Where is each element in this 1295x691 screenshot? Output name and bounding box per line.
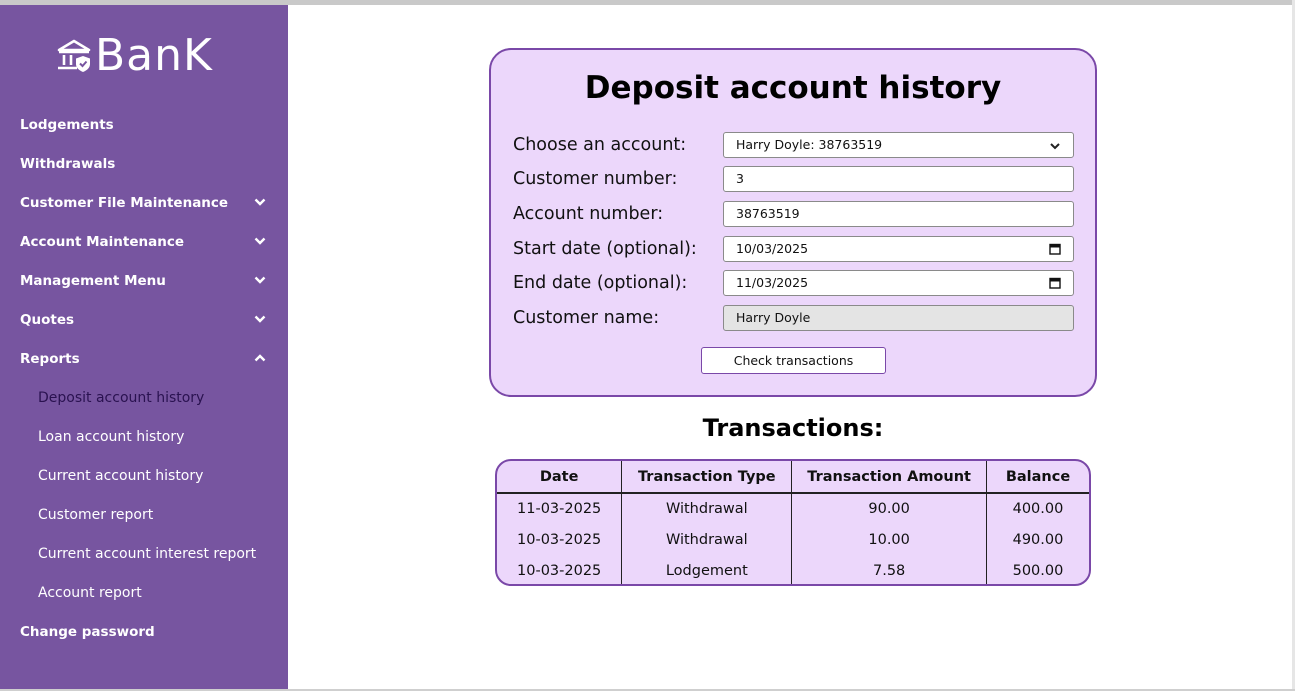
cell-balance: 400.00 xyxy=(1012,501,1064,517)
cell-type: Lodgement xyxy=(621,555,793,584)
end-date-row: End date (optional): 11/03/2025 xyxy=(513,269,1075,297)
check-transactions-button[interactable]: Check transactions xyxy=(701,347,886,374)
brand-name: BanK xyxy=(95,29,213,81)
column-header-balance: Balance xyxy=(986,461,1089,494)
end-date-label: End date (optional): xyxy=(513,273,688,293)
column-header-transaction-type: Transaction Type xyxy=(621,461,793,494)
account-number-label: Account number: xyxy=(513,204,664,224)
sidebar-item-label: Change password xyxy=(20,623,155,640)
sidebar-item-quotes[interactable]: Quotes xyxy=(0,300,288,339)
column-header-date: Date xyxy=(497,461,623,494)
account-number-row: Account number: 38763519 xyxy=(513,200,1075,228)
sidebar-subitem-deposit-account-history[interactable]: Deposit account history xyxy=(0,378,288,417)
cell-amount: 90.00 xyxy=(791,493,987,524)
sidebar-item-management-menu[interactable]: Management Menu xyxy=(0,261,288,300)
chevron-down-icon xyxy=(1050,143,1060,150)
deposit-history-form: Deposit account history Choose an accoun… xyxy=(489,48,1097,397)
customer-name-field: Harry Doyle xyxy=(723,305,1074,331)
cell-amount: 10.00 xyxy=(791,524,987,555)
end-date-value: 11/03/2025 xyxy=(736,275,809,290)
sidebar-subitem-account-report[interactable]: Account report xyxy=(0,573,288,612)
calendar-icon[interactable] xyxy=(1049,277,1061,289)
end-date-input[interactable]: 11/03/2025 xyxy=(723,270,1074,296)
cell-type: Withdrawal xyxy=(621,524,793,555)
table-header-row: Date Transaction Type Transaction Amount… xyxy=(497,461,1089,494)
start-date-row: Start date (optional): 10/03/2025 xyxy=(513,235,1075,263)
sidebar-item-label: Account Maintenance xyxy=(20,233,184,250)
start-date-label: Start date (optional): xyxy=(513,239,697,259)
calendar-icon[interactable] xyxy=(1049,243,1061,255)
chevron-down-icon xyxy=(254,315,266,323)
customer-name-value: Harry Doyle xyxy=(736,310,811,325)
table-row: 10-03-2025 Lodgement 7.58 500.00 xyxy=(497,555,1089,584)
sidebar-item-withdrawals[interactable]: Withdrawals xyxy=(0,144,288,183)
customer-number-label: Customer number: xyxy=(513,169,678,189)
customer-name-row: Customer name: Harry Doyle xyxy=(513,304,1075,332)
account-number-value: 38763519 xyxy=(736,206,800,221)
sidebar-subitem-current-account-interest-report[interactable]: Current account interest report xyxy=(0,534,288,573)
sidebar-item-label: Quotes xyxy=(20,311,75,328)
sidebar-item-account-maintenance[interactable]: Account Maintenance xyxy=(0,222,288,261)
customer-name-label: Customer name: xyxy=(513,308,660,328)
column-header-transaction-amount: Transaction Amount xyxy=(791,461,987,494)
chevron-down-icon xyxy=(254,276,266,284)
cell-balance: 490.00 xyxy=(1012,531,1064,548)
account-select[interactable]: Harry Doyle: 38763519 xyxy=(723,132,1074,158)
transactions-title: Transactions: xyxy=(702,414,884,442)
sidebar-item-customer-file-maintenance[interactable]: Customer File Maintenance xyxy=(0,183,288,222)
sidebar-item-lodgements[interactable]: Lodgements xyxy=(0,105,288,144)
sidebar-item-label: Management Menu xyxy=(20,272,166,289)
chevron-down-icon xyxy=(254,237,266,245)
chevron-up-icon xyxy=(254,354,266,362)
page-title: Deposit account history xyxy=(584,70,1002,106)
sidebar-item-label: Customer File Maintenance xyxy=(20,194,229,211)
customer-number-input[interactable]: 3 xyxy=(723,166,1074,192)
sidebar-item-label: Reports xyxy=(20,350,80,367)
sidebar-subitem-current-account-history[interactable]: Current account history xyxy=(0,456,288,495)
sidebar-item-label: Lodgements xyxy=(20,116,114,133)
sidebar-item-change-password[interactable]: Change password xyxy=(0,612,288,651)
transactions-table: Date Transaction Type Transaction Amount… xyxy=(495,459,1091,586)
start-date-value: 10/03/2025 xyxy=(736,241,809,256)
table-row: 11-03-2025 Withdrawal 90.00 400.00 xyxy=(497,493,1089,524)
sidebar-subitem-customer-report[interactable]: Customer report xyxy=(0,495,288,534)
cell-date: 10-03-2025 xyxy=(497,524,623,555)
sidebar-item-reports[interactable]: Reports xyxy=(0,339,288,378)
cell-date: 11-03-2025 xyxy=(497,493,623,524)
sidebar-item-label: Withdrawals xyxy=(20,155,116,172)
cell-date: 10-03-2025 xyxy=(497,555,623,584)
cell-balance: 500.00 xyxy=(1012,562,1064,579)
cell-type: Withdrawal xyxy=(621,493,793,524)
bank-shield-icon xyxy=(57,39,91,72)
sidebar: BanK Lodgements Withdrawals Customer Fil… xyxy=(0,5,288,689)
account-row: Choose an account: Harry Doyle: 38763519 xyxy=(513,131,1075,159)
chevron-down-icon xyxy=(254,198,266,206)
brand-logo[interactable]: BanK xyxy=(55,27,213,83)
sidebar-subitem-loan-account-history[interactable]: Loan account history xyxy=(0,417,288,456)
cell-amount: 7.58 xyxy=(791,555,987,584)
account-select-value: Harry Doyle: 38763519 xyxy=(736,137,883,152)
customer-number-value: 3 xyxy=(736,171,744,186)
account-label: Choose an account: xyxy=(513,135,687,155)
customer-number-row: Customer number: 3 xyxy=(513,165,1075,193)
start-date-input[interactable]: 10/03/2025 xyxy=(723,236,1074,262)
table-row: 10-03-2025 Withdrawal 10.00 490.00 xyxy=(497,524,1089,555)
account-number-input[interactable]: 38763519 xyxy=(723,201,1074,227)
sidebar-nav: Lodgements Withdrawals Customer File Mai… xyxy=(0,105,288,651)
